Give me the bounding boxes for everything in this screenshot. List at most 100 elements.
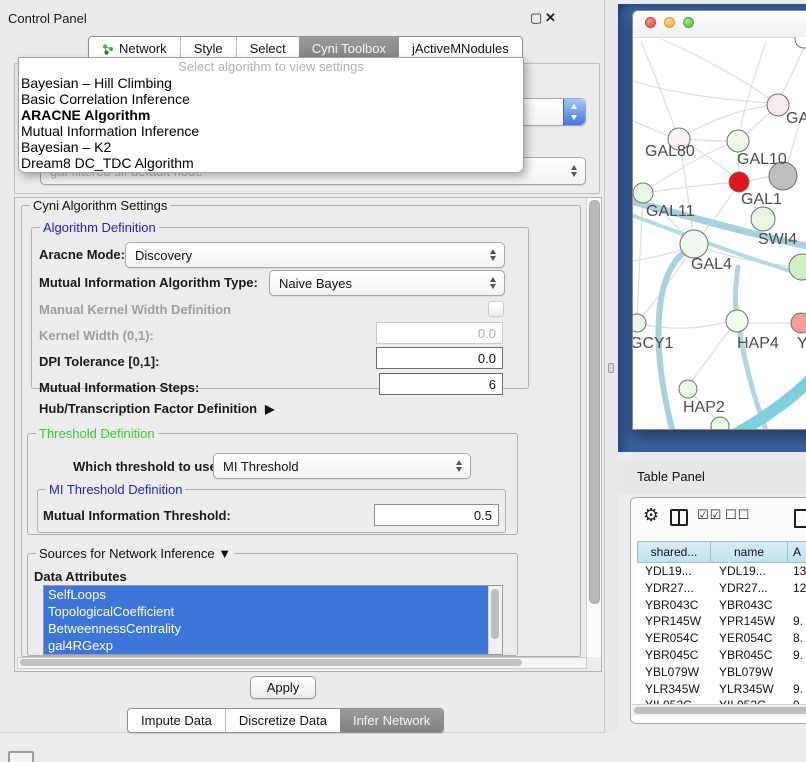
node-label: GAL11 xyxy=(646,203,695,220)
tab-discretize-data[interactable]: Discretize Data xyxy=(225,709,340,732)
network-node[interactable] xyxy=(795,37,806,48)
algorithm-option[interactable]: Basic Correlation Inference xyxy=(19,91,523,107)
settings-vertical-scrollbar[interactable] xyxy=(586,198,601,657)
column-header[interactable]: A xyxy=(788,541,806,563)
control-panel: Control Panel ▢ ✕ NetworkStyleSelectCyni… xyxy=(0,0,605,733)
table-row[interactable]: YPR145WYPR145W9. xyxy=(637,613,806,630)
table-row[interactable]: YBR043CYBR043C xyxy=(637,597,806,614)
table-cell: YER054C xyxy=(711,630,788,647)
hub-definition-expander[interactable]: Hub/Transcription Factor Definition▶ xyxy=(39,401,274,416)
network-node-y[interactable] xyxy=(791,313,806,333)
select-all-icon[interactable]: ☑☑ xyxy=(697,508,722,523)
table-cell: YBR043C xyxy=(637,597,711,614)
mi-threshold-label: Mutual Information Threshold: xyxy=(43,508,231,523)
panel-title: Control Panel xyxy=(8,11,87,26)
network-window-titlebar[interactable] xyxy=(633,11,806,38)
network-node-gal10[interactable] xyxy=(727,130,749,152)
split-view-icon[interactable] xyxy=(670,509,688,526)
settings-horizontal-scrollbar[interactable] xyxy=(17,657,587,669)
node-label: GAL80 xyxy=(645,143,695,160)
table-cell: 9. xyxy=(788,647,806,664)
table-row[interactable]: YBR045CYBR045C9. xyxy=(637,647,806,664)
mi-type-combo[interactable]: Naive Bayes xyxy=(269,270,505,296)
table-header-row: shared...nameA xyxy=(637,541,806,563)
minimize-button[interactable] xyxy=(664,17,675,28)
network-node-gal11[interactable] xyxy=(633,183,653,203)
table-row[interactable]: YIL052CYIL052C9. xyxy=(637,697,806,704)
table-row[interactable]: YER054CYER054C8. xyxy=(637,630,806,647)
attribute-list-item[interactable]: gal4RGexp xyxy=(44,637,502,654)
algorithm-option[interactable]: Dream8 DC_TDC Algorithm xyxy=(19,155,523,171)
network-node-hap2[interactable] xyxy=(679,380,697,398)
scrollbar-thumb[interactable] xyxy=(491,589,499,639)
which-threshold-combo[interactable]: MI Threshold xyxy=(213,453,471,479)
scrollbar-thumb[interactable] xyxy=(20,659,522,666)
deselect-all-icon[interactable]: ☐☐ xyxy=(725,508,750,523)
manual-kernel-checkbox[interactable] xyxy=(488,301,504,317)
dpi-tolerance-input[interactable] xyxy=(376,347,503,369)
tab-label: Discretize Data xyxy=(239,713,327,728)
column-header[interactable]: shared... xyxy=(637,541,711,563)
collapsed-panel-icon[interactable] xyxy=(8,751,34,762)
tab-label: Infer Network xyxy=(353,713,430,728)
table-row[interactable]: YLR345WYLR345W9. xyxy=(637,681,806,698)
network-node[interactable] xyxy=(711,417,729,429)
attribute-list-scrollbar[interactable] xyxy=(488,586,502,654)
attribute-list-item[interactable]: SelfLoops xyxy=(44,586,502,603)
expander-arrow-icon[interactable]: ▶ xyxy=(265,402,274,416)
table-cell: YBL079W xyxy=(711,664,788,681)
new-table-icon[interactable] xyxy=(794,509,806,528)
tab-infer-network[interactable]: Infer Network xyxy=(340,709,443,732)
algorithm-option[interactable]: Bayesian – K2 xyxy=(19,139,523,155)
splitter-grip-icon[interactable] xyxy=(608,363,614,373)
network-view-window[interactable]: GALGAL80GAL10GAL1GAL11SWI4GAL4GCY1HAP4YH… xyxy=(632,10,806,430)
network-node-hap4[interactable] xyxy=(726,310,748,332)
gear-icon[interactable]: ⚙ xyxy=(643,507,659,525)
apply-button[interactable]: Apply xyxy=(250,676,316,699)
collapse-arrow-icon[interactable]: ▼ xyxy=(218,546,231,561)
scrollbar-thumb[interactable] xyxy=(589,200,600,604)
table-cell: YLR345W xyxy=(711,681,788,698)
kernel-width-label: Kernel Width (0,1): xyxy=(39,328,154,343)
table-horizontal-scrollbar[interactable] xyxy=(632,704,806,716)
mi-steps-input[interactable] xyxy=(379,373,503,395)
algorithm-option[interactable]: Bayesian – Hill Climbing xyxy=(19,75,523,91)
close-panel-icon[interactable]: ✕ xyxy=(545,10,556,26)
zoom-button[interactable] xyxy=(683,17,694,28)
column-header[interactable]: name xyxy=(711,541,788,563)
table-row[interactable]: YDR27...YDR27...12 xyxy=(637,580,806,597)
network-node-swi4[interactable] xyxy=(751,207,775,231)
table-row[interactable]: YDL19...YDL19...13 xyxy=(637,563,806,580)
table-row[interactable]: YBL079WYBL079W xyxy=(637,664,806,681)
scrollbar-thumb[interactable] xyxy=(634,707,806,714)
aracne-mode-combo[interactable]: Discovery xyxy=(125,242,505,268)
attribute-list-item[interactable]: BetweennessCentrality xyxy=(44,620,502,637)
table-cell: 9. xyxy=(788,681,806,698)
panel-splitter[interactable] xyxy=(605,0,618,733)
table-cell: YDL19... xyxy=(711,563,788,580)
float-panel-icon[interactable]: ▢ xyxy=(530,10,542,26)
combo-blue-cap-icon[interactable] xyxy=(563,99,585,125)
table-cell xyxy=(788,664,806,681)
table-cell: YER054C xyxy=(637,630,711,647)
node-label: GAL10 xyxy=(737,151,787,168)
network-node-gal4[interactable] xyxy=(680,230,708,258)
algorithm-option[interactable]: Mutual Information Inference xyxy=(19,123,523,139)
algorithm-option[interactable]: ARACNE Algorithm xyxy=(19,107,523,123)
table-cell: YLR345W xyxy=(637,681,711,698)
mi-threshold-input[interactable] xyxy=(374,504,499,526)
network-node[interactable] xyxy=(789,254,806,280)
which-threshold-value: MI Threshold xyxy=(223,454,299,478)
tab-label: jActiveMNodules xyxy=(412,41,509,56)
table-cell: YBR045C xyxy=(637,647,711,664)
network-node-gcy1[interactable] xyxy=(633,314,646,332)
network-node-gal1[interactable] xyxy=(729,172,749,192)
attribute-list-item[interactable]: TopologicalCoefficient xyxy=(44,603,502,620)
aracne-mode-label: Aracne Mode: xyxy=(39,247,125,262)
tab-impute-data[interactable]: Impute Data xyxy=(128,709,225,732)
data-attributes-list[interactable]: SelfLoopsTopologicalCoefficientBetweenne… xyxy=(43,585,503,655)
close-button[interactable] xyxy=(645,17,656,28)
network-canvas[interactable]: GALGAL80GAL10GAL1GAL11SWI4GAL4GCY1HAP4YH… xyxy=(633,37,806,429)
table-cell: YDL19... xyxy=(637,563,711,580)
kernel-width-input[interactable] xyxy=(376,322,503,344)
